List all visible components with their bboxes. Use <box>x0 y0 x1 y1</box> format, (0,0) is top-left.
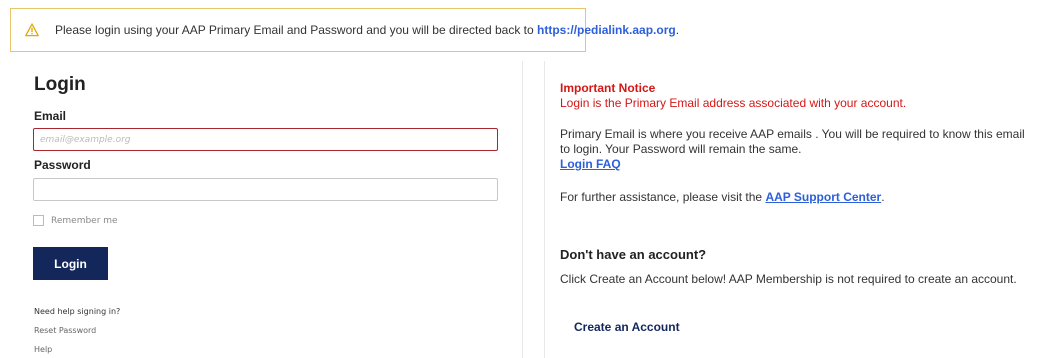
create-account-link[interactable]: Create an Account <box>574 320 680 334</box>
email-label: Email <box>34 109 67 123</box>
alert-message: Please login using your AAP Primary Emai… <box>55 23 680 37</box>
login-alert: Please login using your AAP Primary Emai… <box>10 8 679 52</box>
remember-me[interactable]: Remember me <box>33 215 118 226</box>
page-title: Login <box>34 74 86 95</box>
login-button[interactable]: Login <box>33 247 108 280</box>
warning-icon <box>25 23 39 37</box>
pedialink-link[interactable]: https://pedialink.aap.org <box>537 23 676 37</box>
login-faq-link[interactable]: Login FAQ <box>560 157 621 172</box>
email-input[interactable] <box>33 128 498 151</box>
primary-email-text: Primary Email is where you receive AAP e… <box>560 127 1025 156</box>
support-center-link[interactable]: AAP Support Center <box>765 190 881 204</box>
password-label: Password <box>34 158 91 172</box>
help-heading: Need help signing in? <box>34 307 121 316</box>
login-panel: Login Email Password Remember me Login N… <box>11 61 523 358</box>
remember-checkbox[interactable] <box>33 215 44 226</box>
info-panel: Important Notice Login is the Primary Em… <box>544 61 1050 358</box>
assistance-text: For further assistance, please visit the… <box>560 190 885 204</box>
signup-heading: Don't have an account? <box>560 247 707 262</box>
help-link[interactable]: Help <box>34 345 52 354</box>
signup-text: Click Create an Account below! AAP Membe… <box>560 272 1017 286</box>
remember-label: Remember me <box>51 215 118 226</box>
password-input[interactable] <box>33 178 498 201</box>
notice-text: Login is the Primary Email address assoc… <box>560 96 907 110</box>
notice-title: Important Notice <box>560 81 656 95</box>
reset-password-link[interactable]: Reset Password <box>34 326 96 335</box>
